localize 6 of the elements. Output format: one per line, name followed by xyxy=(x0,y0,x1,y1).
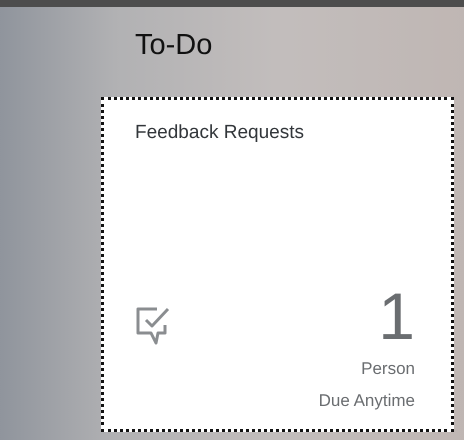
tile[interactable]: Feedback Requests 1 Person Due Anytime xyxy=(101,97,454,432)
section-title: To-Do xyxy=(135,29,214,63)
tile-footer: Due Anytime xyxy=(318,391,415,411)
tile-number: 1 xyxy=(378,283,415,349)
tile-title: Feedback Requests xyxy=(135,122,305,144)
tile-unit: Person xyxy=(361,359,415,379)
